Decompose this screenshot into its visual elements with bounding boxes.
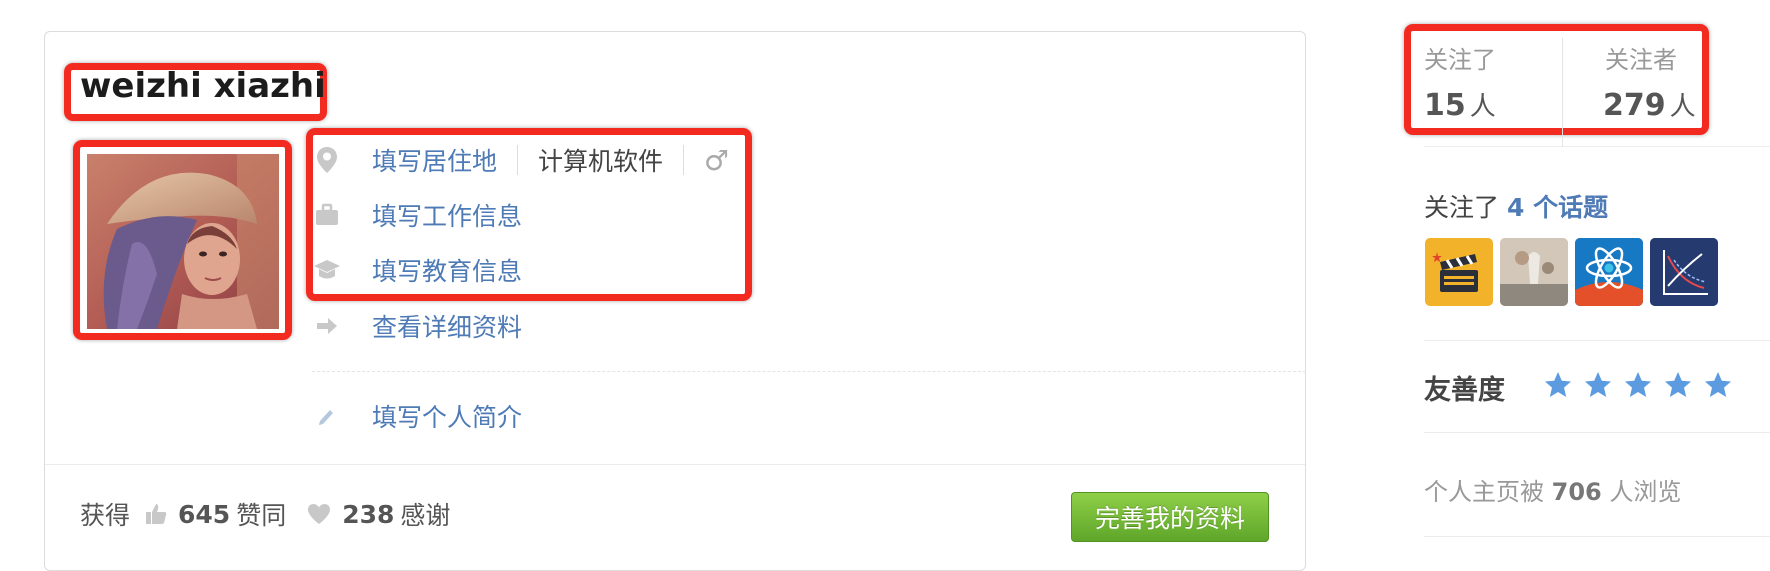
divider	[1424, 340, 1770, 341]
agree-count: 645	[178, 499, 231, 529]
topic-science-icon[interactable]	[1575, 238, 1643, 306]
location-pin-icon	[312, 145, 342, 175]
location-link[interactable]: 填写居住地	[372, 142, 497, 178]
industry-text: 计算机软件	[538, 147, 664, 176]
topic-movie-icon[interactable]	[1425, 238, 1493, 306]
following-label[interactable]: 关注了	[1424, 40, 1496, 75]
divider	[517, 145, 519, 175]
followers-count: 279	[1603, 88, 1666, 123]
page-views: 个人主页被 706 人浏览	[1424, 472, 1681, 507]
thanks-count: 238	[342, 499, 395, 529]
thanks-label: 感谢	[400, 501, 451, 530]
divider	[1424, 146, 1770, 147]
topic-photo-icon[interactable]	[1500, 238, 1568, 306]
arrow-right-icon	[312, 311, 342, 341]
gender-male-icon: ♂	[704, 143, 730, 177]
star-icon	[1705, 372, 1731, 397]
got-label: 获得	[80, 501, 131, 530]
following-stat[interactable]: 15 人	[1424, 86, 1496, 123]
views-suffix: 人浏览	[1609, 478, 1682, 506]
star-icon	[1665, 372, 1691, 397]
avatar-highlight	[73, 140, 292, 340]
star-icon	[1585, 372, 1611, 397]
graduation-cap-icon	[312, 255, 342, 285]
followers-stat[interactable]: 279 人	[1603, 86, 1696, 123]
friendliness-rating	[1543, 370, 1733, 400]
achievement-stats: 获得 645 赞同 238 感谢	[80, 494, 450, 534]
education-info-link[interactable]: 填写教育信息	[372, 252, 522, 288]
topics-heading: 关注了 4 个话题	[1424, 188, 1608, 224]
basic-info-row: 填写居住地 计算机软件 ♂	[312, 142, 729, 178]
work-info-link[interactable]: 填写工作信息	[372, 197, 522, 233]
work-info-row: 填写工作信息	[312, 197, 522, 233]
views-count: 706	[1551, 478, 1602, 506]
pencil-icon	[312, 401, 342, 431]
education-info-row: 填写教育信息	[312, 252, 522, 288]
divider	[1424, 432, 1770, 433]
following-unit: 人	[1469, 92, 1496, 122]
followers-unit: 人	[1669, 92, 1696, 122]
divider	[312, 371, 1306, 372]
topics-prefix: 关注了	[1424, 193, 1500, 222]
star-icon	[1625, 372, 1651, 397]
star-icon	[1545, 372, 1571, 397]
divider	[45, 464, 1305, 465]
briefcase-icon	[312, 200, 342, 230]
complete-profile-button[interactable]: 完善我的资料	[1071, 492, 1269, 542]
views-prefix: 个人主页被	[1424, 478, 1544, 506]
friendliness-label: 友善度	[1424, 375, 1505, 406]
followers-label[interactable]: 关注者	[1605, 40, 1677, 75]
divider	[1424, 536, 1770, 537]
following-count: 15	[1424, 88, 1466, 123]
thumbs-up-icon	[144, 502, 168, 526]
heart-icon	[306, 502, 332, 526]
divider	[1562, 38, 1563, 146]
details-row: 查看详细资料	[312, 308, 522, 344]
profile-username: weizhi xiazhi	[80, 66, 326, 106]
topic-economics-icon[interactable]	[1650, 238, 1718, 306]
divider	[683, 145, 685, 175]
view-details-link[interactable]: 查看详细资料	[372, 308, 522, 344]
edit-bio-link[interactable]: 填写个人简介	[372, 398, 522, 434]
agree-label: 赞同	[236, 501, 287, 530]
bio-row: 填写个人简介	[312, 398, 522, 434]
topics-link[interactable]: 4 个话题	[1507, 193, 1608, 222]
